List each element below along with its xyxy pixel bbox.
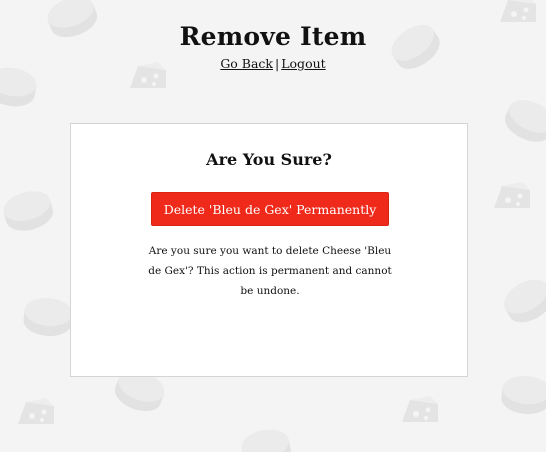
cheese-wedge-icon <box>18 398 54 424</box>
cheese-wheel-icon <box>499 93 546 149</box>
top-nav: Go Back | Logout <box>0 56 546 71</box>
logout-link[interactable]: Logout <box>281 56 325 71</box>
confirm-delete-card: Are You Sure? Delete 'Bleu de Gex' Perma… <box>70 123 468 377</box>
cheese-wheel-icon <box>0 186 57 236</box>
cheese-wheel-icon <box>239 426 294 452</box>
confirm-message: Are you sure you want to delete Cheese '… <box>148 245 392 297</box>
go-back-link[interactable]: Go Back <box>220 56 273 71</box>
confirm-heading: Are You Sure? <box>206 150 332 169</box>
cheese-wheel-icon <box>500 373 546 417</box>
nav-separator: | <box>275 56 280 71</box>
cheese-wheel-icon <box>498 272 546 330</box>
cheese-wedge-icon <box>494 182 530 208</box>
cheese-wedge-icon <box>402 396 438 422</box>
delete-permanently-button[interactable]: Delete 'Bleu de Gex' Permanently <box>151 192 389 226</box>
page-title: Remove Item <box>179 22 367 51</box>
cheese-wheel-icon <box>22 295 74 339</box>
cheese-wedge-icon <box>500 0 536 22</box>
